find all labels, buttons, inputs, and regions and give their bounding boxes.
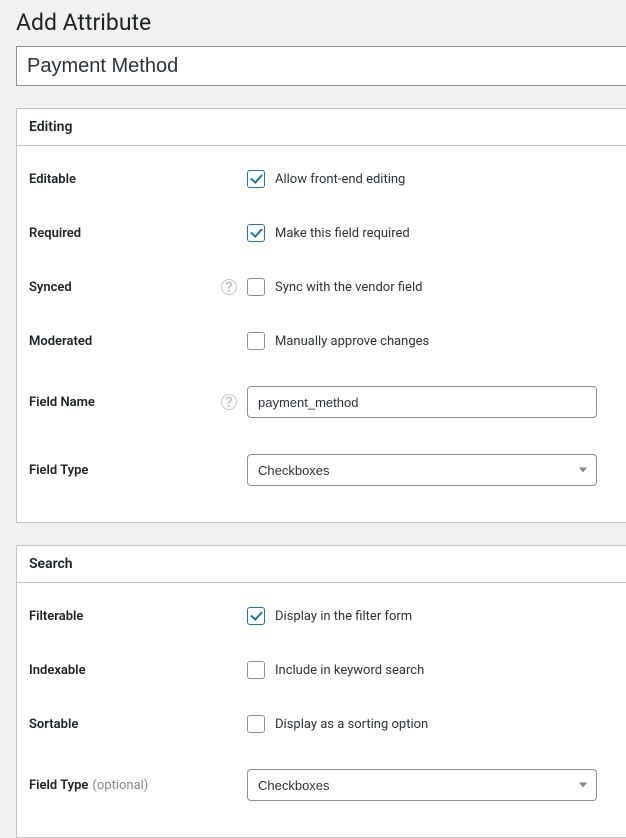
checkbox-sortable[interactable] [247, 715, 265, 733]
checkbox-required[interactable] [247, 224, 265, 242]
checkbox-indexable[interactable] [247, 661, 265, 679]
select-field-type[interactable]: Checkboxes [247, 454, 597, 486]
checkbox-editable[interactable] [247, 170, 265, 188]
checkbox-filterable[interactable] [247, 607, 265, 625]
row-filterable: Filterable Display in the filter form [29, 589, 614, 643]
checkbox-moderated[interactable] [247, 332, 265, 350]
attribute-name-wrap [16, 46, 626, 86]
checkbox-filterable-text[interactable]: Display in the filter form [275, 609, 412, 624]
row-sortable: Sortable Display as a sorting option [29, 697, 614, 751]
attribute-name-input[interactable] [16, 46, 626, 86]
label-required: Required [29, 226, 247, 241]
checkbox-required-text[interactable]: Make this field required [275, 226, 410, 241]
label-indexable: Indexable [29, 663, 247, 678]
checkbox-synced[interactable] [247, 278, 265, 296]
panel-editing-title: Editing [29, 119, 614, 135]
label-optional: (optional) [92, 778, 148, 793]
checkbox-editable-text[interactable]: Allow front-end editing [275, 172, 405, 187]
checkbox-moderated-text[interactable]: Manually approve changes [275, 334, 429, 349]
page-title: Add Attribute [0, 0, 626, 46]
panel-search: Search Filterable Display in the filter … [16, 545, 626, 838]
input-field-name[interactable] [247, 386, 597, 418]
label-filterable: Filterable [29, 609, 247, 624]
help-icon[interactable]: ? [221, 279, 237, 295]
panel-editing: Editing Editable Allow front-end editing… [16, 108, 626, 523]
checkbox-sortable-text[interactable]: Display as a sorting option [275, 717, 428, 732]
checkbox-indexable-text[interactable]: Include in keyword search [275, 663, 424, 678]
row-indexable: Indexable Include in keyword search [29, 643, 614, 697]
checkbox-synced-text[interactable]: Sync with the vendor field [275, 280, 422, 295]
label-search-field-type: Field Type (optional) [29, 778, 247, 793]
label-editable: Editable [29, 172, 247, 187]
panel-search-title: Search [29, 556, 614, 572]
row-editable: Editable Allow front-end editing [29, 152, 614, 206]
row-moderated: Moderated Manually approve changes [29, 314, 614, 368]
row-synced: Synced ? Sync with the vendor field [29, 260, 614, 314]
label-field-type: Field Type [29, 463, 247, 478]
row-field-name: Field Name ? [29, 368, 614, 436]
row-required: Required Make this field required [29, 206, 614, 260]
panel-editing-header: Editing [17, 109, 626, 146]
label-moderated: Moderated [29, 334, 247, 349]
select-field-type-wrap: Checkboxes [247, 454, 597, 486]
panel-search-header: Search [17, 546, 626, 583]
row-field-type: Field Type Checkboxes [29, 436, 614, 504]
help-icon[interactable]: ? [221, 394, 237, 410]
row-search-field-type: Field Type (optional) Checkboxes [29, 751, 614, 819]
label-synced: Synced ? [29, 279, 247, 295]
select-search-field-type-wrap: Checkboxes [247, 769, 597, 801]
select-search-field-type[interactable]: Checkboxes [247, 769, 597, 801]
label-field-name: Field Name ? [29, 394, 247, 410]
label-sortable: Sortable [29, 717, 247, 732]
